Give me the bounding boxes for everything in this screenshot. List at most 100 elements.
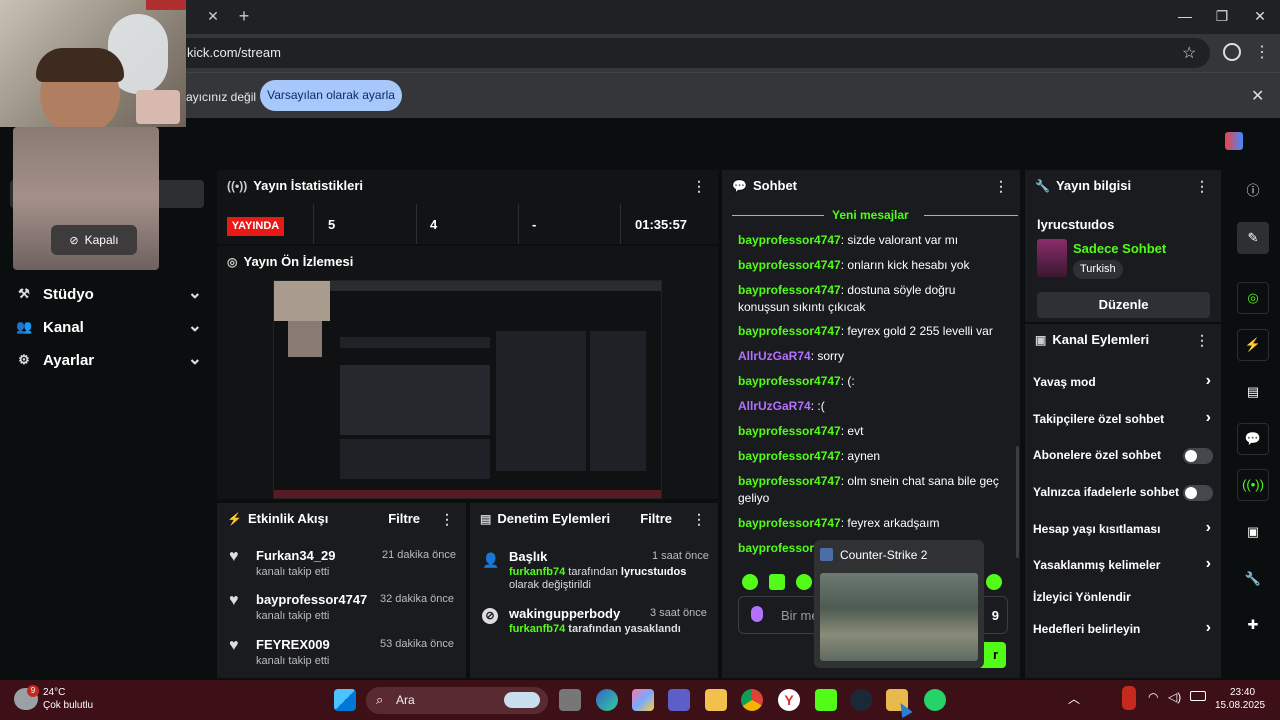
url-text[interactable]: kick.com/stream (187, 45, 281, 60)
panel-title: Yayın İstatistikleri (253, 178, 364, 193)
info-icon[interactable]: ⓘ (1237, 175, 1269, 207)
raid-action[interactable]: İzleyici Yönlendir (1033, 587, 1213, 607)
slow-mode-action[interactable]: Yavaş mod › (1033, 372, 1213, 392)
chrome-icon[interactable] (741, 689, 763, 711)
moderator-name[interactable]: furkanfb74 (509, 566, 565, 578)
chat-username[interactable]: bayprofessor4747 (738, 258, 841, 272)
preview-panel-icon[interactable]: ◎ (1237, 282, 1269, 314)
windows-start-icon[interactable] (334, 689, 356, 711)
chat-username[interactable]: bayprofessor4747 (738, 474, 841, 488)
wrench-icon: 🔧 (1035, 179, 1050, 193)
chat-username[interactable]: bayprofessor4747 (738, 283, 841, 297)
sidebar-item-settings[interactable]: ⚙ Ayarlar ⌄ (16, 349, 202, 374)
chat-message: AllrUzGaR74: sorry (738, 348, 1008, 365)
emote-icon[interactable] (742, 574, 758, 590)
stream-category[interactable]: Sadece Sohbet (1073, 241, 1166, 256)
emote-icon[interactable] (986, 574, 1002, 590)
document-icon[interactable]: ▤ (1237, 376, 1269, 408)
pencil-icon[interactable]: ✎ (1237, 222, 1269, 254)
battery-icon[interactable] (1190, 691, 1206, 701)
account-icon[interactable] (1223, 43, 1241, 61)
new-tab-button[interactable]: + (234, 6, 254, 26)
event-username[interactable]: FEYREX009 (256, 637, 330, 652)
emote-only-toggle[interactable] (1183, 485, 1213, 501)
microphone-icon[interactable] (1122, 686, 1136, 710)
bookmark-star-icon[interactable]: ☆ (1182, 43, 1196, 63)
edit-button[interactable]: Düzenle (1037, 292, 1210, 318)
maximize-button[interactable]: ❐ (1210, 6, 1234, 26)
chat-username[interactable]: bayprofessor4747 (738, 233, 841, 247)
divider (416, 204, 417, 244)
chat-scrollbar[interactable] (1016, 446, 1019, 558)
preview-window-thumbnail[interactable] (820, 573, 978, 661)
sidebar-item-channel[interactable]: 👥 Kanal ⌄ (16, 316, 202, 341)
minimize-button[interactable]: — (1173, 6, 1197, 26)
edge-icon[interactable] (596, 689, 618, 711)
followers-only-action[interactable]: Takipçilere özel sohbet › (1033, 409, 1213, 429)
banned-words-action[interactable]: Yasaklanmış kelimeler › (1033, 555, 1213, 575)
stream-preview-video[interactable] (273, 280, 662, 499)
taskbar-hover-preview[interactable]: Counter-Strike 2 (814, 540, 984, 668)
chat-username[interactable]: bayprofessor4747 (738, 449, 841, 463)
moderator-name[interactable]: furkanfb74 (509, 623, 565, 635)
file-explorer-icon[interactable] (705, 689, 727, 711)
wrench-icon[interactable]: 🔧 (1237, 563, 1269, 595)
camera-off-button[interactable]: ⊘ Kapalı (51, 225, 137, 255)
chat-message: bayprofessor4747: onların kick hesabı yo… (738, 257, 1008, 274)
actions-icon[interactable]: ▣ (1237, 516, 1269, 548)
account-age-action[interactable]: Hesap yaşı kısıtlaması › (1033, 519, 1213, 539)
microphone-icon[interactable] (751, 606, 763, 622)
emote-icon[interactable] (796, 574, 812, 590)
filter-button[interactable]: Filtre (640, 503, 672, 535)
speaker-icon[interactable]: ◁) (1168, 690, 1181, 704)
set-goals-action[interactable]: Hedefleri belirleyin › (1033, 619, 1213, 639)
set-default-button[interactable]: Varsayılan olarak ayarla (260, 80, 402, 111)
chat-username[interactable]: bayprofessor4 (738, 541, 821, 555)
omnibox[interactable] (150, 38, 1210, 68)
temperature[interactable]: 24°C (43, 687, 65, 698)
chat-username[interactable]: bayprofessor4747 (738, 424, 841, 438)
more-options-icon[interactable]: ⋮ (994, 170, 1008, 202)
lightning-icon[interactable]: ⚡ (1237, 329, 1269, 361)
emote-icon[interactable] (769, 574, 785, 590)
chat-username[interactable]: AllrUzGaR74 (738, 399, 811, 413)
copilot-icon[interactable] (632, 689, 654, 711)
live-badge: YAYINDA (227, 217, 284, 236)
menu-icon[interactable]: ⋮ (1254, 42, 1270, 62)
clock-time[interactable]: 23:40 (1230, 687, 1255, 698)
wifi-icon[interactable]: ◠ (1148, 690, 1158, 704)
chat-icon[interactable]: 💬 (1237, 423, 1269, 455)
close-tab-icon[interactable]: ✕ (204, 7, 222, 25)
add-widget-icon[interactable]: ✚ (1237, 609, 1269, 641)
event-username[interactable]: bayprofessor4747 (256, 592, 367, 607)
chat-username[interactable]: bayprofessor4747 (738, 324, 841, 338)
more-options-icon[interactable]: ⋮ (692, 503, 706, 535)
close-window-button[interactable]: ✕ (1248, 6, 1272, 26)
chat-username[interactable]: AllrUzGaR74 (738, 349, 811, 363)
sidebar-item-studio[interactable]: ⚒ Stüdyo ⌄ (16, 283, 202, 308)
yandex-icon[interactable]: Y (778, 689, 800, 711)
subscribers-only-toggle[interactable] (1183, 448, 1213, 464)
broadcast-icon[interactable]: ((•)) (1237, 469, 1269, 501)
more-options-icon[interactable]: ⋮ (440, 503, 454, 535)
teams-icon[interactable] (668, 689, 690, 711)
more-options-icon[interactable]: ⋮ (1195, 324, 1209, 356)
more-options-icon[interactable]: ⋮ (692, 170, 706, 202)
extension-logo-icon[interactable] (1225, 132, 1243, 150)
weather-description[interactable]: Çok bulutlu (43, 700, 93, 711)
close-infobar-icon[interactable]: ✕ (1251, 86, 1264, 106)
more-options-icon[interactable]: ⋮ (1195, 170, 1209, 202)
steam-icon[interactable] (850, 689, 872, 711)
clock-date[interactable]: 15.08.2025 (1215, 700, 1265, 711)
kick-studio-icon[interactable] (815, 689, 837, 711)
lightning-icon: ⚡ (227, 512, 242, 526)
whatsapp-icon[interactable] (924, 689, 946, 711)
task-view-icon[interactable] (559, 689, 581, 711)
taskbar-search[interactable]: ⌕ Ara (366, 687, 548, 714)
moderation-description: furkanfb74 tarafından lyrucstuıdos olarak… (509, 566, 714, 592)
event-username[interactable]: Furkan34_29 (256, 548, 336, 563)
chat-username[interactable]: bayprofessor4747 (738, 374, 841, 388)
chat-username[interactable]: bayprofessor4747 (738, 516, 841, 530)
filter-button[interactable]: Filtre (388, 503, 420, 535)
chevron-up-icon[interactable]: ︿ (1068, 690, 1080, 707)
